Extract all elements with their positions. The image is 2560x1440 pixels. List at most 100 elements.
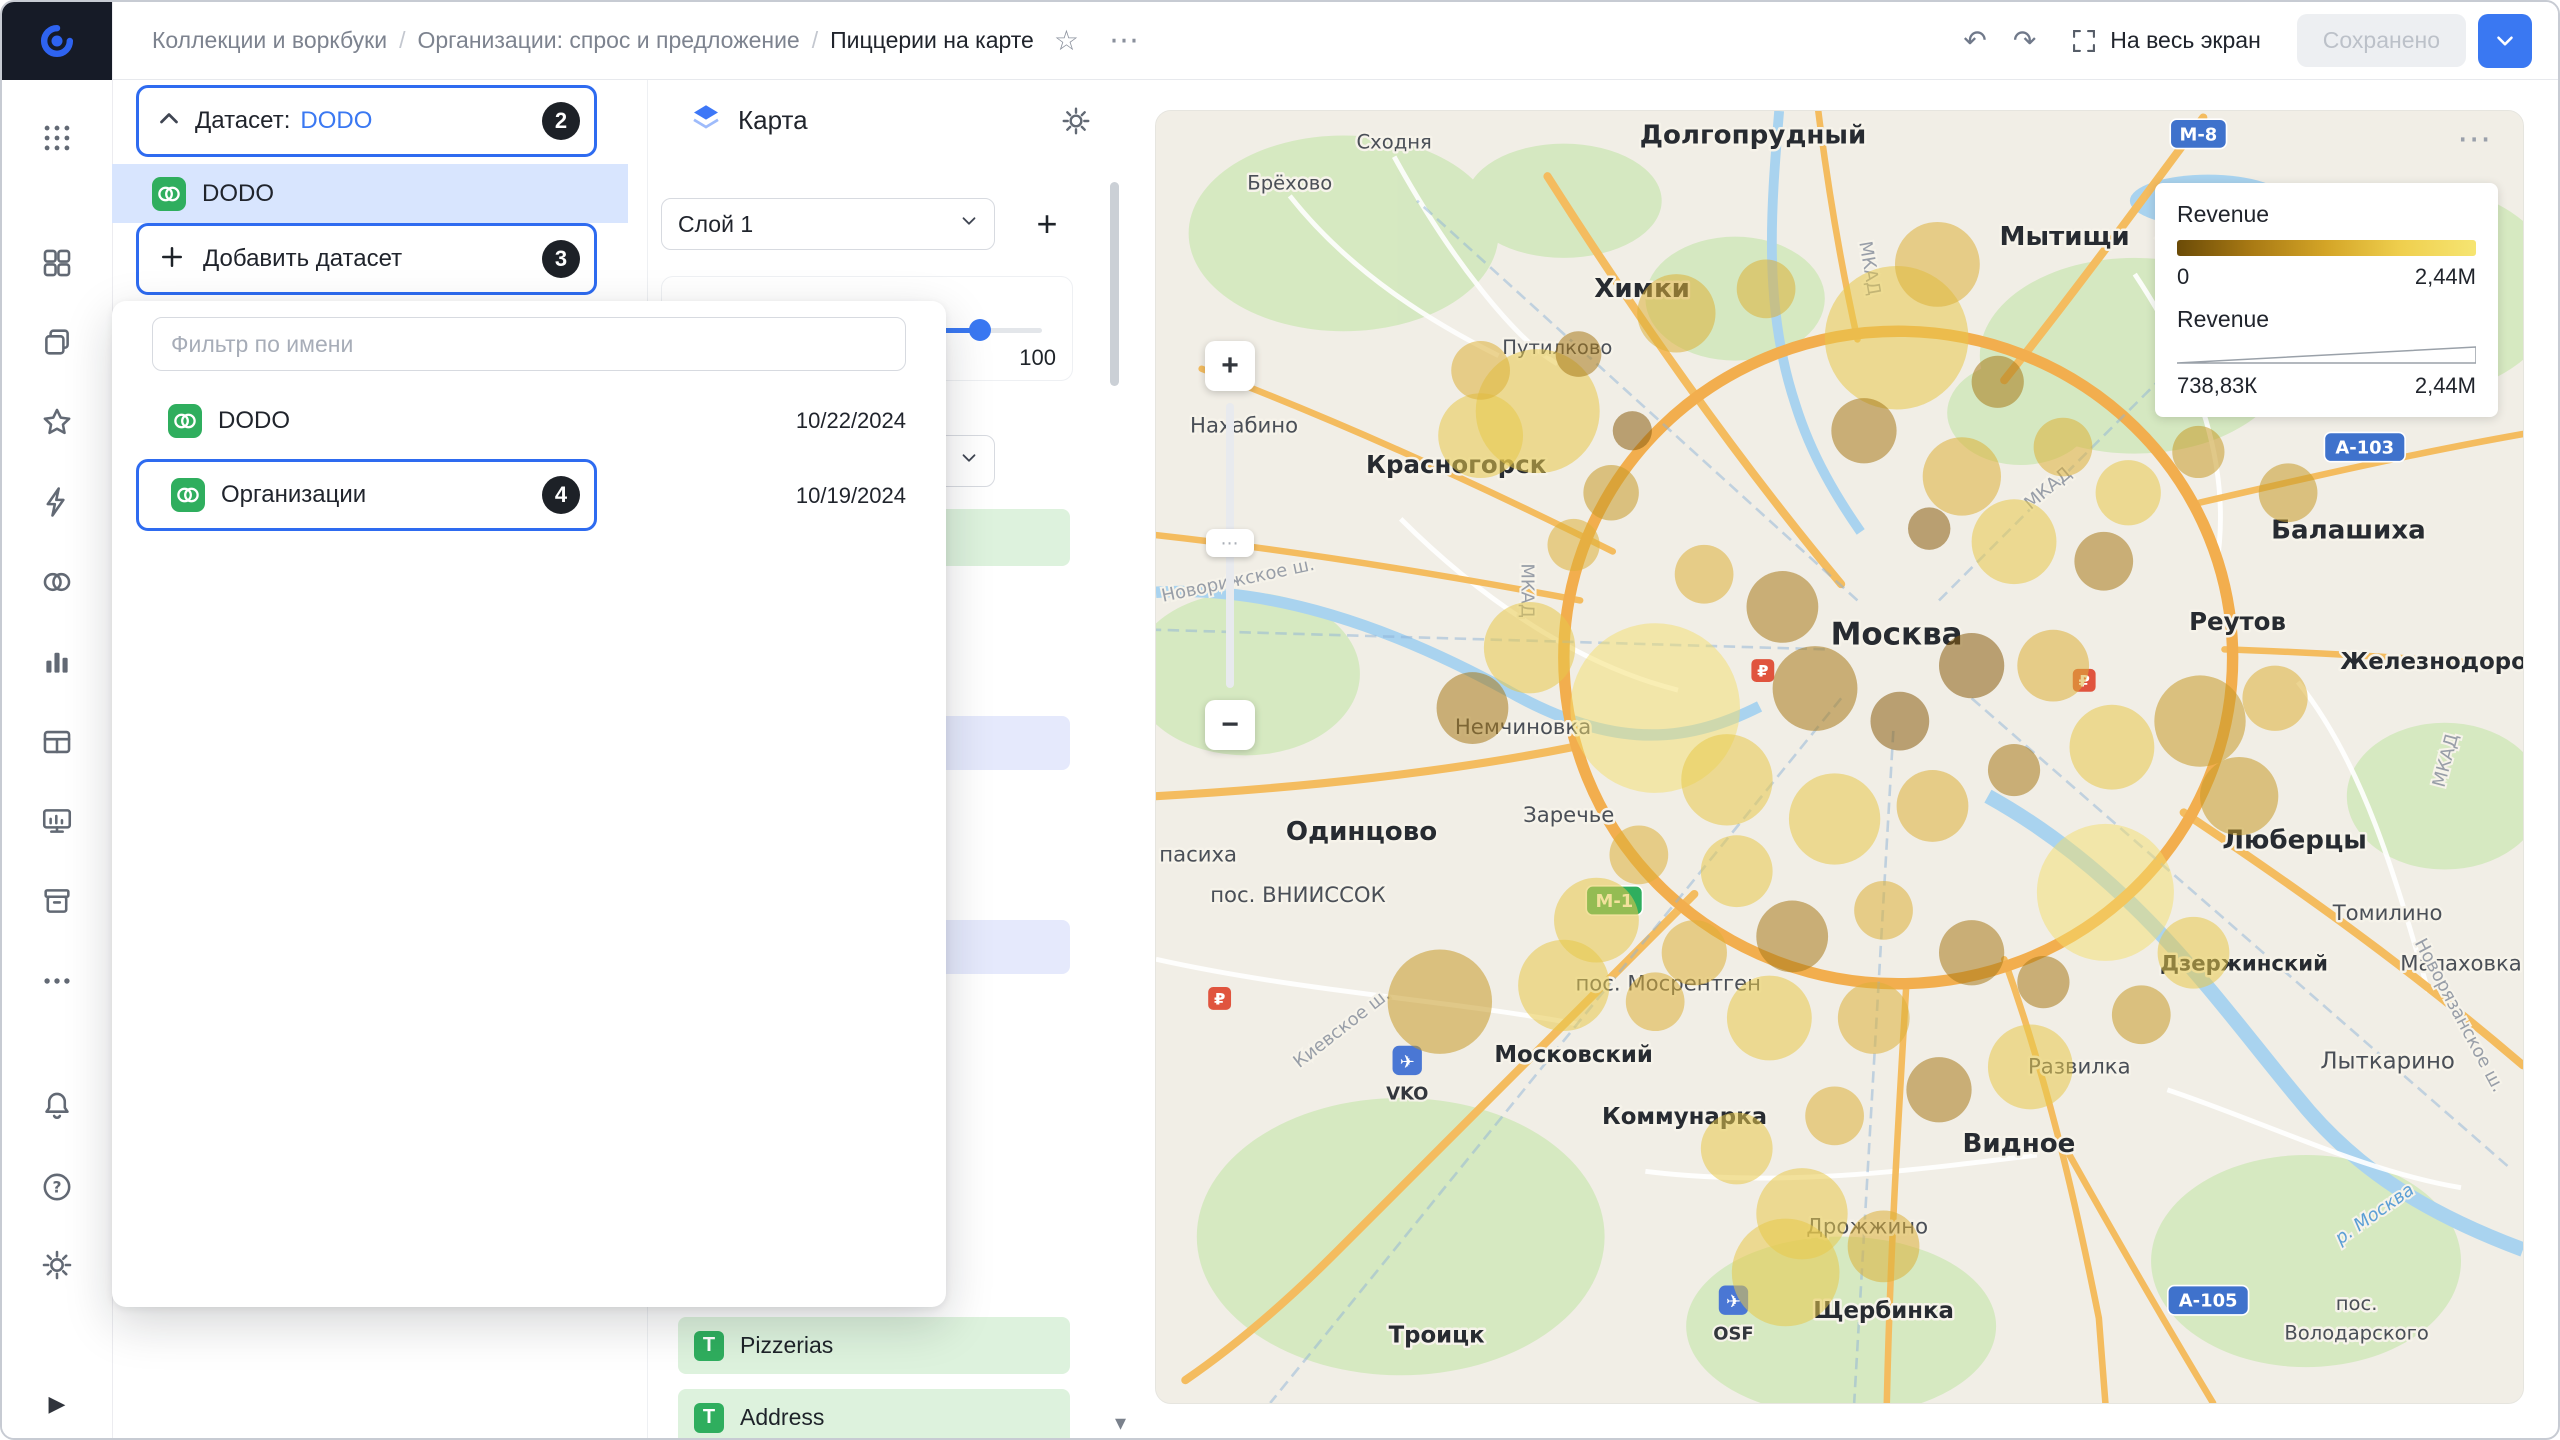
- revenue-bubble[interactable]: [1848, 1210, 1920, 1282]
- revenue-bubble[interactable]: [1756, 901, 1828, 973]
- revenue-bubble[interactable]: [2017, 630, 2089, 702]
- revenue-bubble[interactable]: [1747, 571, 1819, 643]
- redo-icon[interactable]: ↷: [2013, 24, 2036, 57]
- revenue-bubble[interactable]: [1831, 398, 1896, 463]
- charts-icon[interactable]: [2, 634, 112, 690]
- storage-icon[interactable]: [2, 873, 112, 929]
- breadcrumb-collections[interactable]: Коллекции и воркбуки: [152, 27, 387, 54]
- revenue-bubble[interactable]: [1972, 499, 2057, 584]
- add-layer-button[interactable]: +: [1021, 198, 1073, 250]
- dataset-filter-input[interactable]: [152, 317, 906, 371]
- favorite-star-icon[interactable]: ☆: [1054, 24, 1079, 57]
- scroll-down-icon[interactable]: ▾: [1115, 1411, 1126, 1436]
- fullscreen-label[interactable]: На весь экран: [2110, 27, 2261, 54]
- revenue-bubble[interactable]: [1609, 826, 1668, 885]
- revenue-bubble[interactable]: [1870, 692, 1929, 751]
- revenue-bubble[interactable]: [1908, 507, 1950, 549]
- datasets-icon[interactable]: [2, 554, 112, 610]
- revenue-bubble[interactable]: [1637, 274, 1715, 352]
- revenue-bubble[interactable]: [1895, 222, 1980, 307]
- revenue-bubble[interactable]: [2034, 418, 2093, 477]
- revenue-bubble[interactable]: [1675, 545, 1734, 604]
- apps-grid-icon[interactable]: [2, 110, 112, 166]
- revenue-bubble[interactable]: [1701, 835, 1773, 907]
- undo-icon[interactable]: ↶: [1963, 24, 1986, 57]
- revenue-bubble[interactable]: [1988, 1025, 2073, 1110]
- zoom-in-button[interactable]: +: [1205, 341, 1255, 391]
- gear-icon[interactable]: [1060, 105, 1092, 142]
- slider-handle[interactable]: [969, 319, 991, 341]
- collections-icon[interactable]: [2, 314, 112, 370]
- breadcrumb-workbook[interactable]: Организации: спрос и предложение: [417, 27, 799, 54]
- revenue-bubble[interactable]: [2037, 824, 2174, 961]
- revenue-bubble[interactable]: [1732, 1219, 1840, 1327]
- dashboards-icon[interactable]: [2, 793, 112, 849]
- revenue-bubble[interactable]: [1939, 920, 2004, 985]
- revenue-bubble[interactable]: [2200, 757, 2278, 835]
- revenue-bubble[interactable]: [1906, 1057, 1971, 1122]
- tables-icon[interactable]: [2, 714, 112, 770]
- zoom-slider-handle[interactable]: ⋯: [1206, 529, 1254, 557]
- saved-button[interactable]: Сохранено: [2297, 14, 2466, 67]
- fullscreen-icon[interactable]: [2070, 27, 2098, 55]
- map-container[interactable]: СходняБрёховоДолгопрудныйМытищиХимкиПути…: [1155, 110, 2524, 1404]
- revenue-bubble[interactable]: [2158, 917, 2230, 989]
- expand-sidebar-icon[interactable]: ▶: [2, 1392, 112, 1417]
- revenue-bubble[interactable]: [1701, 1113, 1773, 1185]
- help-icon[interactable]: ?: [2, 1159, 112, 1215]
- revenue-bubble[interactable]: [1437, 672, 1509, 744]
- revenue-bubble[interactable]: [2172, 426, 2224, 478]
- revenue-bubble[interactable]: [1548, 519, 1600, 571]
- highlighted-dataset-box[interactable]: Организации 4: [136, 459, 597, 531]
- favorites-icon[interactable]: [2, 394, 112, 450]
- revenue-bubble[interactable]: [2242, 666, 2307, 731]
- revenue-bubble[interactable]: [1988, 744, 2040, 796]
- revenue-bubble[interactable]: [1789, 773, 1880, 864]
- selected-dataset-row[interactable]: DODO: [112, 164, 628, 223]
- revenue-bubble[interactable]: [1681, 734, 1772, 825]
- map-more-menu-icon[interactable]: ⋯: [2457, 119, 2493, 159]
- revenue-bubble[interactable]: [2259, 463, 2318, 522]
- revenue-bubble[interactable]: [1972, 356, 2024, 408]
- revenue-bubble[interactable]: [1613, 411, 1652, 450]
- revenue-bubble[interactable]: [2074, 532, 2133, 591]
- revenue-bubble[interactable]: [2017, 956, 2069, 1008]
- revenue-bubble[interactable]: [1773, 646, 1858, 731]
- dataset-list-item[interactable]: Организации 4 10/19/2024: [112, 453, 946, 539]
- workbooks-icon[interactable]: [2, 235, 112, 291]
- revenue-bubble[interactable]: [1737, 259, 1796, 318]
- zoom-out-button[interactable]: −: [1205, 700, 1255, 750]
- revenue-bubble[interactable]: [1438, 393, 1523, 478]
- more-menu-icon[interactable]: ⋯: [1109, 23, 1141, 58]
- field-chip-address[interactable]: T Address: [678, 1389, 1070, 1440]
- revenue-bubble[interactable]: [2070, 705, 2155, 790]
- revenue-bubble[interactable]: [2154, 675, 2245, 766]
- field-chip-pizzerias[interactable]: T Pizzerias: [678, 1317, 1070, 1374]
- revenue-bubble[interactable]: [1854, 881, 1913, 940]
- dataset-header[interactable]: Датасет: DODO 2: [136, 85, 597, 157]
- revenue-bubble[interactable]: [1518, 940, 1609, 1031]
- revenue-bubble[interactable]: [1838, 982, 1910, 1054]
- revenue-bubble[interactable]: [1939, 633, 2004, 698]
- notifications-icon[interactable]: [2, 1078, 112, 1134]
- revenue-bubble[interactable]: [1923, 437, 2001, 515]
- more-icon[interactable]: [2, 953, 112, 1009]
- revenue-bubble[interactable]: [1626, 972, 1685, 1031]
- revenue-bubble[interactable]: [2096, 460, 2161, 525]
- panel-scrollbar-thumb[interactable]: [1110, 182, 1119, 386]
- layer-select[interactable]: Слой 1: [661, 198, 995, 250]
- revenue-bubble[interactable]: [1805, 1087, 1864, 1146]
- revenue-bubble[interactable]: [1451, 341, 1510, 400]
- add-dataset-button[interactable]: Добавить датасет 3: [136, 223, 597, 295]
- save-dropdown-button[interactable]: [2478, 14, 2532, 68]
- revenue-bubble[interactable]: [1897, 770, 1969, 842]
- revenue-bubble[interactable]: [1556, 331, 1602, 377]
- revenue-bubble[interactable]: [2112, 985, 2171, 1044]
- revenue-bubble[interactable]: [1388, 949, 1492, 1053]
- datalens-logo[interactable]: [2, 2, 112, 80]
- revenue-bubble[interactable]: [1727, 976, 1812, 1061]
- revenue-bubble[interactable]: [1484, 602, 1575, 693]
- dataset-list-item[interactable]: DODO 10/22/2024: [112, 389, 946, 453]
- editor-icon[interactable]: [2, 474, 112, 530]
- revenue-bubble[interactable]: [1583, 465, 1638, 520]
